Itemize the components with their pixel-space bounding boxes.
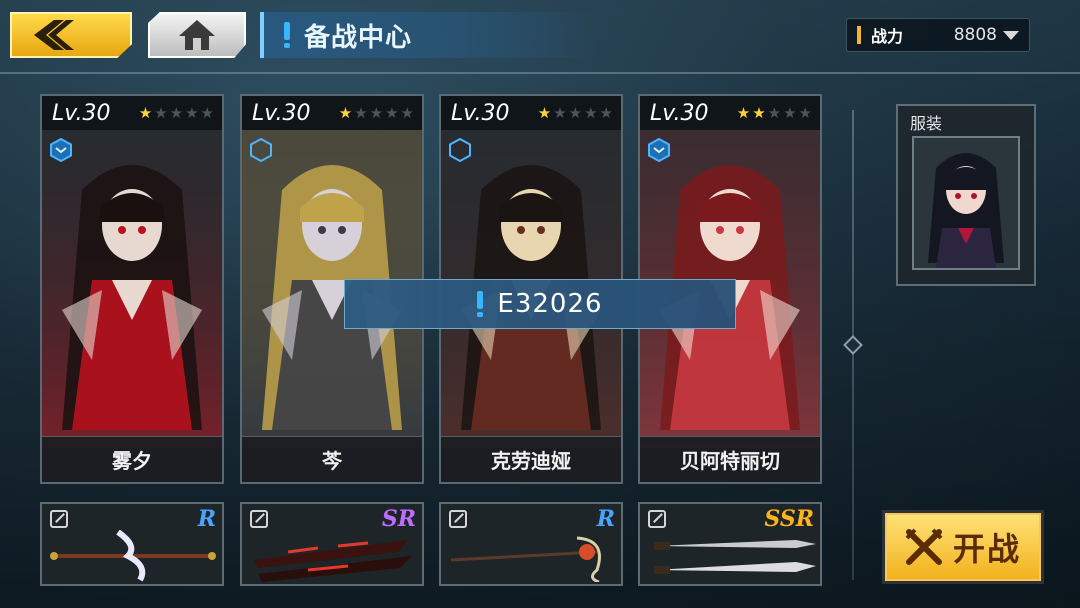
star-rating: ★ ★ ★ ★ ★ [338, 103, 414, 122]
character-name-bar: 芩 [242, 436, 422, 482]
title-bar: 备战中心 [260, 12, 600, 58]
home-icon [179, 20, 215, 50]
star-icon: ★ [553, 103, 567, 122]
class-hexagon-icon [50, 138, 72, 162]
character-name: 克劳迪娅 [491, 449, 571, 473]
weapon-image [654, 540, 816, 574]
weapon-image [50, 530, 216, 582]
star-icon: ★ [185, 103, 199, 122]
weapon-image [254, 540, 412, 582]
exclamation-icon [477, 291, 484, 317]
card-header: Lv.30 ★ ★ ★ ★ ★ [42, 96, 222, 130]
star-icon: ★ [200, 103, 214, 122]
card-header: Lv.30 ★ ★ ★ ★ ★ [640, 96, 820, 130]
star-icon: ★ [537, 103, 552, 122]
character-level: Lv.30 [650, 100, 709, 126]
combat-power-display[interactable]: 战力 8808 [846, 18, 1030, 52]
weapon-card[interactable]: SR [240, 502, 424, 586]
power-value: 8808 [953, 25, 997, 45]
popup-message: E32026 [344, 279, 736, 329]
character-level: Lv.30 [52, 100, 111, 126]
outfit-portrait[interactable] [912, 136, 1020, 270]
star-icon: ★ [736, 103, 751, 122]
star-icon: ★ [568, 103, 583, 122]
card-header: Lv.30 ★ ★ ★ ★ ★ [441, 96, 621, 130]
start-battle-label: 开战 [952, 530, 1021, 568]
weapon-type-icon [50, 510, 68, 528]
star-icon: ★ [400, 103, 414, 122]
weapon-type-icon [250, 510, 268, 528]
card-header: Lv.30 ★ ★ ★ ★ ★ [242, 96, 422, 130]
weapon-card[interactable]: SSR [638, 502, 822, 586]
weapon-type-icon [449, 510, 467, 528]
start-battle-button[interactable]: 开战 [882, 510, 1044, 584]
star-icon: ★ [154, 103, 168, 122]
home-button[interactable] [148, 12, 246, 58]
character-name-bar: 贝阿特丽切 [640, 436, 820, 482]
character-level: Lv.30 [252, 100, 311, 126]
character-name: 贝阿特丽切 [680, 449, 780, 473]
star-icon: ★ [767, 103, 782, 122]
weapon-rarity: SR [381, 506, 416, 532]
star-icon: ★ [385, 103, 399, 122]
avatar-portrait [914, 138, 1018, 268]
star-icon: ★ [369, 103, 384, 122]
character-name-bar: 雾夕 [42, 436, 222, 482]
star-icon: ★ [798, 103, 812, 122]
star-icon: ★ [169, 103, 184, 122]
popup-text: E32026 [497, 289, 603, 319]
weapon-rarity: R [596, 506, 615, 532]
outfit-panel[interactable]: 服装 [896, 104, 1036, 286]
weapon-card[interactable]: R [40, 502, 224, 586]
star-icon: ★ [584, 103, 598, 122]
character-level: Lv.30 [451, 100, 510, 126]
header-divider [0, 72, 1080, 74]
star-icon: ★ [354, 103, 368, 122]
character-portrait [42, 130, 222, 448]
character-name-bar: 克劳迪娅 [441, 436, 621, 482]
weapon-rarity: SSR [764, 506, 814, 532]
weapon-type-icon [648, 510, 666, 528]
weapon-rarity: R [197, 506, 216, 532]
dropdown-arrow-icon[interactable] [1003, 30, 1019, 40]
weapon-image [450, 536, 601, 582]
star-rating: ★ ★ ★ ★ ★ [537, 103, 613, 122]
weapon-card[interactable]: R [439, 502, 623, 586]
outfit-label: 服装 [910, 114, 943, 133]
power-marker [857, 26, 861, 44]
star-rating: ★ ★ ★ ★ ★ [138, 103, 214, 122]
exclamation-icon [284, 22, 290, 48]
class-hexagon-icon [648, 138, 670, 162]
page-title: 备战中心 [304, 22, 413, 53]
character-card[interactable]: Lv.30 ★ ★ ★ ★ ★ 雾夕 [40, 94, 224, 484]
crossed-swords-icon [905, 528, 943, 565]
star-icon: ★ [783, 103, 797, 122]
power-label: 战力 [871, 27, 904, 46]
class-hexagon-icon [250, 138, 272, 162]
star-icon: ★ [599, 103, 613, 122]
chevron-left-icon [34, 20, 74, 50]
star-rating: ★ ★ ★ ★ ★ [736, 103, 812, 122]
star-icon: ★ [752, 103, 766, 122]
star-icon: ★ [338, 103, 353, 122]
character-name: 芩 [322, 449, 342, 473]
class-hexagon-icon [449, 138, 471, 162]
star-icon: ★ [138, 103, 153, 122]
back-button[interactable] [10, 12, 132, 58]
character-name: 雾夕 [112, 449, 152, 473]
